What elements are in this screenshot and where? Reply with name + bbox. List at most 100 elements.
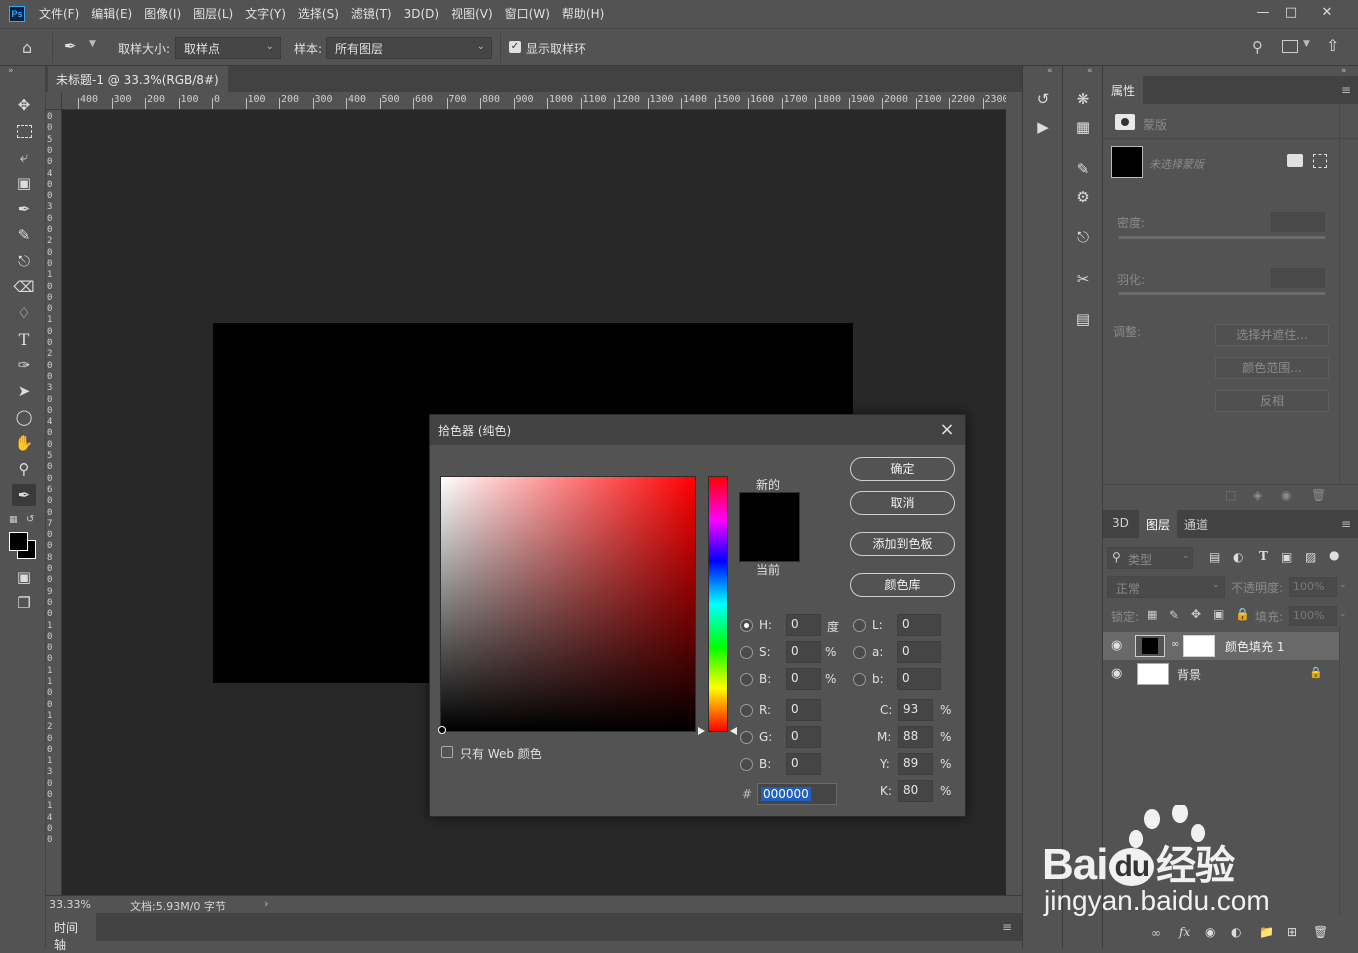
lock-all-icon[interactable]: 🔒 [1235, 607, 1250, 621]
color-range-button[interactable]: 颜色范围... [1215, 357, 1329, 379]
swap-colors-icon[interactable]: ↺ [26, 514, 34, 525]
swatches-grid-icon[interactable]: ▦ [1071, 116, 1095, 138]
history-icon[interactable]: ↺ [1031, 88, 1055, 110]
screen-mode-icon[interactable]: ❐ [12, 592, 36, 614]
stamp-tool-icon[interactable]: ⎋ [12, 250, 36, 272]
chevron-down-icon[interactable]: ⌄ [1339, 580, 1347, 590]
visibility-eye-icon[interactable]: ◉ [1111, 666, 1122, 681]
close-icon[interactable]: × [935, 418, 959, 442]
tab-channels[interactable]: 通道 [1177, 510, 1215, 538]
menu-filter[interactable]: 滤镜(T) [345, 0, 398, 28]
layer-name[interactable]: 背景 [1177, 666, 1201, 683]
move-tool-icon[interactable]: ✥ [12, 94, 36, 116]
maximize-icon[interactable]: □ [1274, 0, 1308, 24]
share-icon[interactable]: ⇧ [1326, 36, 1339, 55]
visibility-eye-icon[interactable]: ◉ [1111, 638, 1122, 653]
chevron-down-icon[interactable]: ▼ [89, 39, 96, 49]
lock-position-icon[interactable]: ✥ [1191, 607, 1201, 621]
layer-filter-select[interactable]: ⚲ 类型 ⌄ [1107, 547, 1193, 569]
crop-tool-icon[interactable]: ✒ [12, 198, 36, 220]
radio-red[interactable] [740, 704, 753, 717]
fx-icon[interactable]: fx [1179, 925, 1190, 939]
home-icon[interactable]: ⌂ [22, 38, 42, 58]
fill-tool-icon[interactable]: ♢ [12, 302, 36, 324]
menu-image[interactable]: 图像(I) [138, 0, 187, 28]
apply-mask-icon[interactable]: ◈ [1253, 488, 1262, 502]
brush-settings-icon[interactable]: ✎ [1071, 158, 1095, 180]
collapse-icon[interactable]: » [1341, 66, 1347, 76]
add-vector-mask-icon[interactable] [1313, 154, 1327, 168]
cancel-button[interactable]: 取消 [850, 491, 955, 515]
lock-pixels-icon[interactable]: ✎ [1169, 608, 1179, 622]
hue-slider-right-arrow[interactable] [730, 727, 737, 735]
menu-type[interactable]: 文字(Y) [239, 0, 292, 28]
link-chain-icon[interactable]: ∞ [1171, 639, 1179, 650]
collapse-icon[interactable]: « [1087, 66, 1093, 76]
add-pixel-mask-icon[interactable] [1287, 154, 1303, 167]
zoom-tool-icon[interactable]: ⚲ [12, 458, 36, 480]
default-colors-icon[interactable]: ▦ [9, 515, 18, 525]
opacity-field[interactable]: 100% [1289, 577, 1337, 597]
chevron-down-icon[interactable]: ⌄ [1339, 609, 1347, 619]
sample-select[interactable]: 所有图层 ⌄ [326, 37, 492, 59]
chevron-right-icon[interactable]: › [264, 897, 268, 910]
hue-slider[interactable] [708, 476, 728, 732]
eraser-tool-icon[interactable]: ⌫ [12, 276, 36, 298]
layer-name[interactable]: 颜色填充 1 [1225, 638, 1284, 655]
filter-pixel-icon[interactable]: ▤ [1209, 550, 1220, 564]
type-tool-icon[interactable]: T [12, 328, 36, 350]
lock-artboard-icon[interactable]: ▣ [1213, 607, 1224, 621]
tab-3d[interactable]: 3D [1105, 510, 1136, 538]
actions-play-icon[interactable]: ▶ [1031, 116, 1055, 138]
pen-tool-icon[interactable]: ✑ [12, 354, 36, 376]
eyedropper-tool-icon[interactable]: ✒ [12, 484, 36, 506]
color-marker[interactable] [438, 726, 446, 734]
hex-input[interactable]: 000000 [757, 783, 837, 805]
panel-menu-icon[interactable]: ≡ [1002, 920, 1012, 934]
trash-icon[interactable]: 🗑 [1311, 488, 1326, 502]
menu-3d[interactable]: 3D(D) [398, 0, 445, 28]
tool-presets-icon[interactable]: ✂ [1071, 268, 1095, 290]
marquee-tool-icon[interactable] [12, 120, 36, 142]
filter-smart-object-icon[interactable]: ▨ [1305, 550, 1316, 564]
radio-hue[interactable] [740, 619, 753, 632]
layer-row[interactable]: ◉ 背景 🔒 [1103, 660, 1339, 688]
radio-green[interactable] [740, 731, 753, 744]
menu-file[interactable]: 文件(F) [33, 0, 85, 28]
lock-transparency-icon[interactable]: ▦ [1147, 608, 1157, 621]
lab-l-input[interactable]: 0 [897, 614, 941, 636]
brush-tool-icon[interactable]: ✎ [12, 224, 36, 246]
radio-blue[interactable] [740, 758, 753, 771]
trash-icon[interactable]: 🗑 [1313, 925, 1328, 939]
magenta-input[interactable]: 88 [898, 726, 933, 748]
adjustment-layer-icon[interactable]: ◐ [1231, 925, 1241, 939]
hue-input[interactable]: 0 [786, 614, 821, 636]
web-only-checkbox[interactable] [441, 746, 453, 758]
hue-slider-left-arrow[interactable] [698, 727, 705, 735]
radio-saturation[interactable] [740, 646, 753, 659]
hand-tool-icon[interactable]: ✋ [12, 432, 36, 454]
black-input[interactable]: 80 [898, 780, 933, 802]
workspace-icon[interactable] [1282, 40, 1298, 53]
quick-mask-icon[interactable]: ▣ [12, 566, 36, 588]
tab-layers[interactable]: 图层 [1139, 510, 1178, 538]
radio-brightness[interactable] [740, 673, 753, 686]
yellow-input[interactable]: 89 [898, 753, 933, 775]
radio-lab-l[interactable] [853, 619, 866, 632]
filter-toggle-icon[interactable]: ● [1329, 548, 1339, 562]
panel-menu-icon[interactable]: ≡ [1341, 83, 1351, 97]
clone-source-icon[interactable]: ⎋ [1071, 226, 1095, 248]
folder-icon[interactable]: 📁 [1259, 925, 1274, 939]
cyan-input[interactable]: 93 [898, 699, 933, 721]
adjustments-icon[interactable]: ⚙ [1071, 186, 1095, 208]
visibility-icon[interactable]: ◉ [1281, 488, 1291, 502]
filter-shape-icon[interactable]: ▣ [1281, 550, 1292, 564]
path-select-tool-icon[interactable]: ➤ [12, 380, 36, 402]
saturation-input[interactable]: 0 [786, 641, 821, 663]
radio-lab-a[interactable] [853, 646, 866, 659]
tab-properties[interactable]: 属性 [1103, 76, 1144, 104]
search-icon[interactable]: ⚲ [1252, 38, 1263, 56]
radio-lab-b[interactable] [853, 673, 866, 686]
collapse-icon[interactable]: » [8, 66, 14, 76]
color-palette-icon[interactable]: ❋ [1071, 88, 1095, 110]
